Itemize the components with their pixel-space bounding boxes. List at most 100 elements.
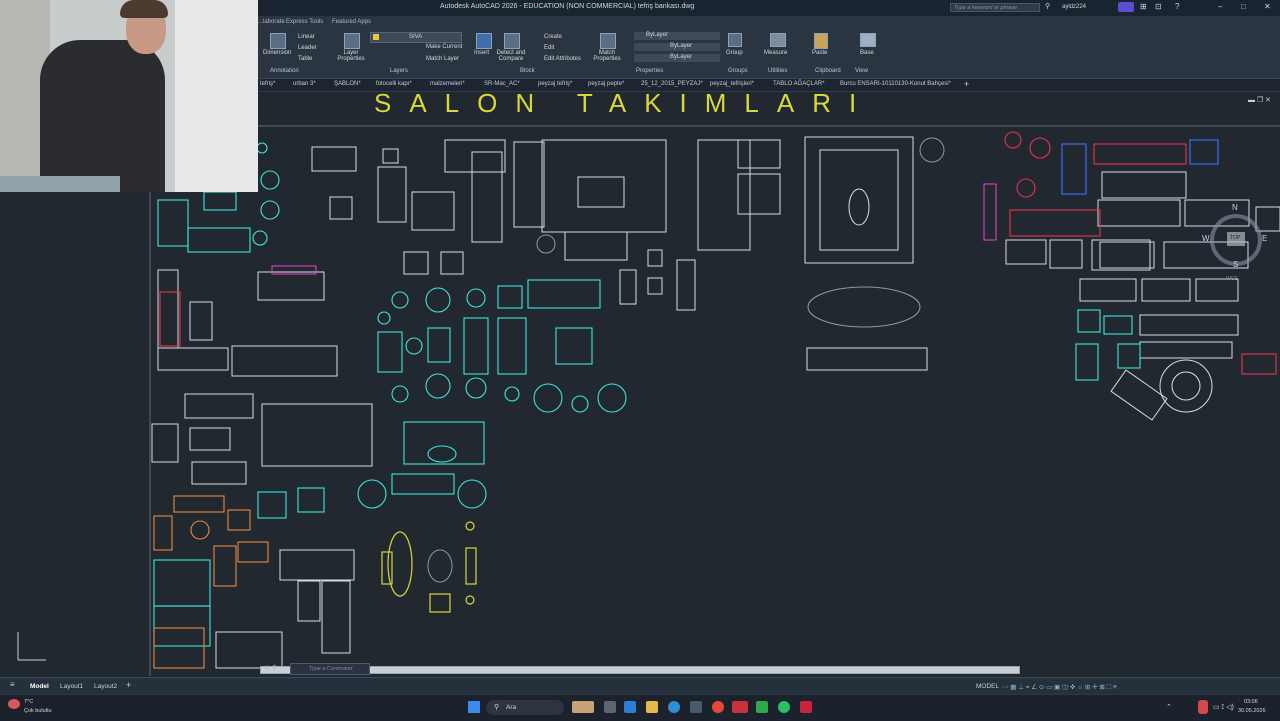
base-button[interactable]: Base <box>860 50 874 56</box>
maximize-icon[interactable]: □ <box>1241 2 1246 11</box>
edit-attributes-button[interactable]: Edit Attributes <box>544 56 581 62</box>
match-layer-button[interactable]: Match Layer <box>426 56 459 62</box>
ribbon-tab-featured-apps[interactable]: Featured Apps <box>332 19 371 25</box>
file-tab[interactable]: SR-Mac_AC* <box>484 81 520 87</box>
autodesk-account-icon[interactable] <box>1118 2 1134 12</box>
search-input[interactable]: Type a keyword or phrase <box>950 3 1040 12</box>
minimize-icon[interactable]: – <box>1218 2 1222 11</box>
file-tab[interactable]: tefriş* <box>260 81 275 87</box>
edit-button[interactable]: Edit <box>544 45 554 51</box>
dimension-button[interactable]: Dimension <box>263 50 291 56</box>
windows-start-icon[interactable] <box>468 701 480 713</box>
panel-utilities[interactable]: Utilities <box>768 68 787 74</box>
store-icon[interactable] <box>624 701 636 713</box>
add-layout-icon[interactable]: + <box>126 680 131 690</box>
layer-dropdown[interactable]: SIVA <box>370 32 462 43</box>
leader-button[interactable]: Leader <box>298 45 317 51</box>
wcs-menu[interactable]: WCS <box>1226 276 1238 282</box>
linetype-dropdown[interactable]: ByLayer <box>634 43 720 51</box>
viewcube[interactable]: N S W E TOP WCS <box>1202 203 1267 282</box>
paste-icon[interactable] <box>814 33 828 49</box>
linear-button[interactable]: Linear <box>298 34 315 40</box>
tab-layout2[interactable]: Layout2 <box>94 683 117 690</box>
lineweight-dropdown[interactable]: ByLayer <box>634 54 720 62</box>
horizontal-scrollbar[interactable] <box>260 666 1020 674</box>
lineweight-value: ByLayer <box>670 54 693 60</box>
measure-icon[interactable] <box>770 33 786 47</box>
file-explorer-icon[interactable] <box>646 701 658 713</box>
paste-button[interactable]: Paste <box>812 50 827 56</box>
viewport-controls[interactable]: ▬ ❐ ✕ <box>1248 96 1271 104</box>
clock-date[interactable]: 30.05.2026 <box>1238 708 1266 714</box>
app-icon[interactable] <box>756 701 768 713</box>
taskbar-search[interactable]: ⚲ Ara <box>486 700 564 715</box>
file-tab[interactable]: peyzaj pepte* <box>588 81 624 87</box>
file-tab[interactable]: ŞABLON* <box>334 81 361 87</box>
insert-icon[interactable] <box>476 33 492 49</box>
cart-icon[interactable]: ⊞ <box>1140 2 1147 11</box>
panel-view[interactable]: View <box>855 68 868 74</box>
layer-color-swatch <box>373 34 379 40</box>
whatsapp-icon[interactable] <box>778 701 790 713</box>
help-icon[interactable]: ? <box>1175 2 1179 11</box>
tab-model[interactable]: Model <box>30 683 49 690</box>
layer-properties-button[interactable]: Layer Properties <box>336 50 366 62</box>
table-button[interactable]: Table <box>298 56 312 62</box>
status-toggle-icons[interactable]: ⋯ ▦ ⊥ ⌖ ∠ ⊙ ▭ ▣ ◫ ✜ ☼ ⊞ ✛ ⊠ ⛶ ≡ <box>1002 683 1117 692</box>
new-tab-icon[interactable]: + <box>964 79 969 89</box>
menu-icon[interactable]: ≡ <box>10 680 15 689</box>
dimension-icon[interactable] <box>270 33 286 49</box>
file-tab[interactable]: peyzaj tefriş* <box>538 81 572 87</box>
measure-button[interactable]: Measure <box>764 50 787 56</box>
calculator-icon[interactable] <box>690 701 702 713</box>
file-tab[interactable]: fotocelli kapı* <box>376 81 412 87</box>
mic-icon[interactable] <box>1198 700 1208 714</box>
file-tab[interactable]: TABLO AĞAÇLAR* <box>773 81 825 87</box>
file-tab[interactable]: Burcu ENSARI-10110130-Konut Bahçesi* <box>840 81 951 87</box>
panel-annotation[interactable]: Annotation <box>270 68 299 74</box>
autocad-icon[interactable] <box>800 701 812 713</box>
base-icon[interactable] <box>860 33 876 47</box>
detect-compare-icon[interactable] <box>504 33 520 49</box>
command-line[interactable]: Type a Command <box>290 663 370 675</box>
panel-properties[interactable]: Properties <box>636 68 663 74</box>
create-button[interactable]: Create <box>544 34 562 40</box>
panel-groups[interactable]: Groups <box>728 68 748 74</box>
widget-icon[interactable] <box>572 701 594 713</box>
command-close-icon[interactable]: ✕ ⚲ <box>264 664 277 672</box>
file-tab[interactable]: malzemeleri* <box>430 81 465 87</box>
match-properties-button[interactable]: Match Properties <box>592 50 622 62</box>
tray-chevron-icon[interactable]: ⌃ <box>1166 703 1172 711</box>
recorder-icon[interactable] <box>732 701 748 713</box>
edge-icon[interactable] <box>668 701 680 713</box>
ribbon-tab-collaborate[interactable]: ...laborate <box>258 19 285 25</box>
user-name[interactable]: ayldz224 <box>1062 4 1086 10</box>
file-tab[interactable]: peyzaj_tefrişleri* <box>710 81 754 87</box>
ribbon-tab-express-tools[interactable]: Express Tools <box>286 19 323 25</box>
group-button[interactable]: Group <box>726 50 743 56</box>
tab-layout1[interactable]: Layout1 <box>60 683 83 690</box>
task-view-icon[interactable] <box>604 701 616 713</box>
ucs-icon <box>17 632 46 661</box>
chrome-icon[interactable] <box>712 701 724 713</box>
file-tab[interactable]: urban 3* <box>293 81 316 87</box>
model-space-toggle[interactable]: MODEL <box>976 683 999 690</box>
compass-s: S <box>1233 260 1239 269</box>
panel-clipboard[interactable]: Clipboard <box>815 68 841 74</box>
panel-block[interactable]: Block <box>520 68 535 74</box>
color-dropdown[interactable]: ByLayer <box>634 32 720 40</box>
search-icon[interactable]: ⚲ <box>1045 2 1050 10</box>
network-icon[interactable]: ▭ ⟟ ◁) <box>1213 703 1234 712</box>
panel-layers[interactable]: Layers <box>390 68 408 74</box>
match-properties-icon[interactable] <box>600 33 616 49</box>
close-icon[interactable]: ✕ <box>1264 2 1271 11</box>
detect-compare-button[interactable]: Detect and Compare <box>496 50 526 62</box>
clock-time[interactable]: 03:06 <box>1244 699 1258 705</box>
insert-button[interactable]: Insert <box>474 50 489 56</box>
weather-icon[interactable] <box>8 699 20 709</box>
file-tab[interactable]: 25_12_2015_PEYZAJ* <box>641 81 703 87</box>
make-current-button[interactable]: Make Current <box>426 44 462 50</box>
apps-icon[interactable]: ⊡ <box>1155 2 1162 11</box>
layer-properties-icon[interactable] <box>344 33 360 49</box>
group-icon[interactable] <box>728 33 742 47</box>
